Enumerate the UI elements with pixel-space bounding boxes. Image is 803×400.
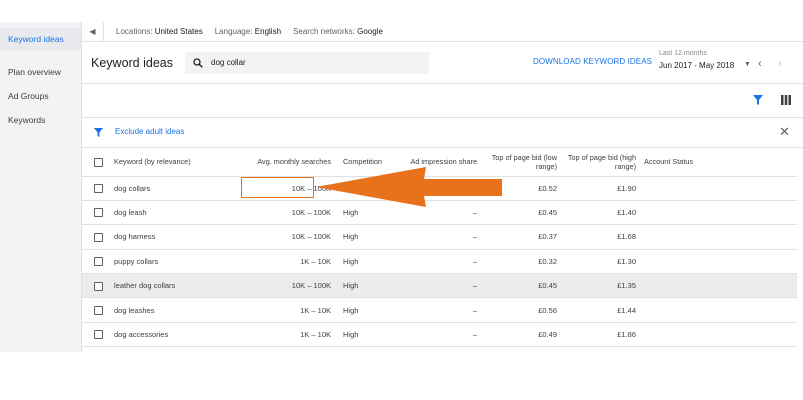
status-cell xyxy=(636,273,797,299)
avg-searches-cell: 1K – 10K xyxy=(224,249,339,275)
sidebar-item-plan-overview[interactable]: Plan overview xyxy=(0,60,81,84)
bid-low-cell: £0.56 xyxy=(477,297,557,323)
sidebar: Keyword ideas Plan overview Ad Groups Ke… xyxy=(0,22,82,352)
table-row[interactable]: puppy collars 1K – 10K High – £0.32 £1.3… xyxy=(82,249,797,275)
targeting-bar: ◀ Locations: United States Language: Eng… xyxy=(82,21,803,42)
table-row[interactable]: leather dog collars 10K – 100K High – £0… xyxy=(82,273,797,299)
competition-cell: High xyxy=(339,273,394,299)
status-cell xyxy=(636,249,797,275)
keyword-cell: dog collars xyxy=(114,176,224,201)
bid-low-cell: £0.49 xyxy=(477,322,557,348)
keyword-cell: puppy collars xyxy=(114,249,224,275)
keyword-cell: dog harness xyxy=(114,224,224,250)
table-row[interactable]: dog accessories 1K – 10K High – £0.49 £1… xyxy=(82,322,797,348)
impression-share-cell: – xyxy=(394,273,477,299)
column-header-account-status[interactable]: Account Status xyxy=(636,148,797,177)
table-toolbar xyxy=(82,84,803,118)
bid-low-cell: £0.37 xyxy=(477,224,557,250)
competition-cell: High xyxy=(339,224,394,250)
page-title: Keyword ideas xyxy=(91,55,173,70)
language-label: Language: xyxy=(214,27,253,36)
row-checkbox[interactable] xyxy=(93,183,103,193)
status-cell xyxy=(636,176,797,201)
networks-filter[interactable]: Search networks: Google xyxy=(293,27,383,36)
page-header: Keyword ideas DOWNLOAD KEYWORD IDEAS Las… xyxy=(82,42,803,84)
avg-searches-cell: 1K – 10K xyxy=(224,322,339,348)
bid-high-cell: £1.35 xyxy=(557,273,636,299)
bid-high-cell: £1.90 xyxy=(557,176,636,201)
bid-high-cell: £1.40 xyxy=(557,200,636,226)
avg-searches-cell: 10K – 100K xyxy=(224,273,339,299)
impression-share-cell: – xyxy=(394,224,477,250)
search-box[interactable] xyxy=(185,51,429,74)
column-header-top-bid-high[interactable]: Top of page bid (high range) xyxy=(557,148,636,177)
columns-icon[interactable] xyxy=(781,95,791,105)
avg-searches-cell: 1K – 10K xyxy=(224,297,339,323)
competition-cell: High xyxy=(339,249,394,275)
filter-icon[interactable] xyxy=(753,95,763,105)
search-input[interactable] xyxy=(211,58,411,67)
table-row[interactable]: dog harness 10K – 100K High – £0.37 £1.6… xyxy=(82,224,797,250)
competition-cell: High xyxy=(339,322,394,348)
status-cell xyxy=(636,224,797,250)
networks-label: Search networks: xyxy=(293,27,355,36)
row-checkbox[interactable] xyxy=(93,281,103,291)
sidebar-item-keyword-ideas[interactable]: Keyword ideas xyxy=(0,28,81,50)
avg-searches-cell: 10K – 100K xyxy=(224,224,339,250)
language-filter[interactable]: Language: English xyxy=(215,27,281,36)
bid-high-cell: £1.30 xyxy=(557,249,636,275)
annotation-highlight-box xyxy=(241,177,314,198)
status-cell xyxy=(636,297,797,323)
status-cell xyxy=(636,322,797,348)
annotation-arrow xyxy=(316,167,502,207)
filter-icon xyxy=(94,128,103,137)
bid-low-cell: £0.32 xyxy=(477,249,557,275)
language-value: English xyxy=(254,27,282,36)
exclude-adult-ideas-filter[interactable]: Exclude adult ideas xyxy=(115,127,184,136)
locations-label: Locations: xyxy=(116,27,153,36)
row-checkbox[interactable] xyxy=(93,330,103,340)
sidebar-item-keywords[interactable]: Keywords xyxy=(0,108,81,132)
row-checkbox[interactable] xyxy=(93,305,103,315)
locations-filter[interactable]: Locations: United States xyxy=(116,27,203,36)
close-icon[interactable]: ✕ xyxy=(779,124,790,140)
keyword-cell: dog leash xyxy=(114,200,224,226)
table-row[interactable]: dog leashes 1K – 10K High – £0.56 £1.44 xyxy=(82,297,797,323)
collapse-arrow-icon[interactable]: ◀ xyxy=(82,21,104,42)
locations-value: United States xyxy=(154,27,203,36)
date-range-value[interactable]: Jun 2017 - May 2018 xyxy=(659,61,734,70)
competition-cell: High xyxy=(339,297,394,323)
impression-share-cell: – xyxy=(394,249,477,275)
date-range-label: Last 12 months xyxy=(659,50,707,57)
status-cell xyxy=(636,200,797,226)
keyword-cell: dog accessories xyxy=(114,322,224,348)
impression-share-cell: – xyxy=(394,322,477,348)
chevron-left-icon[interactable]: ‹ xyxy=(758,58,762,70)
bid-high-cell: £1.68 xyxy=(557,224,636,250)
bid-low-cell: £0.45 xyxy=(477,273,557,299)
impression-share-cell: – xyxy=(394,297,477,323)
search-icon xyxy=(193,57,203,68)
bid-high-cell: £1.44 xyxy=(557,297,636,323)
row-checkbox[interactable] xyxy=(93,208,103,218)
row-checkbox[interactable] xyxy=(93,257,103,267)
networks-value: Google xyxy=(357,27,383,36)
download-keyword-ideas-button[interactable]: DOWNLOAD KEYWORD IDEAS xyxy=(533,57,652,66)
keyword-cell: dog leashes xyxy=(114,297,224,323)
bid-high-cell: £1.86 xyxy=(557,322,636,348)
sidebar-item-ad-groups[interactable]: Ad Groups xyxy=(0,84,81,108)
column-header-keyword[interactable]: Keyword (by relevance) xyxy=(114,148,224,177)
row-checkbox[interactable] xyxy=(93,232,103,242)
keyword-cell: leather dog collars xyxy=(114,273,224,299)
adult-filter-row: Exclude adult ideas ✕ xyxy=(82,118,803,148)
dropdown-caret-icon[interactable]: ▼ xyxy=(744,61,751,68)
select-all-checkbox[interactable] xyxy=(93,157,103,167)
chevron-right-icon[interactable]: › xyxy=(778,58,782,70)
